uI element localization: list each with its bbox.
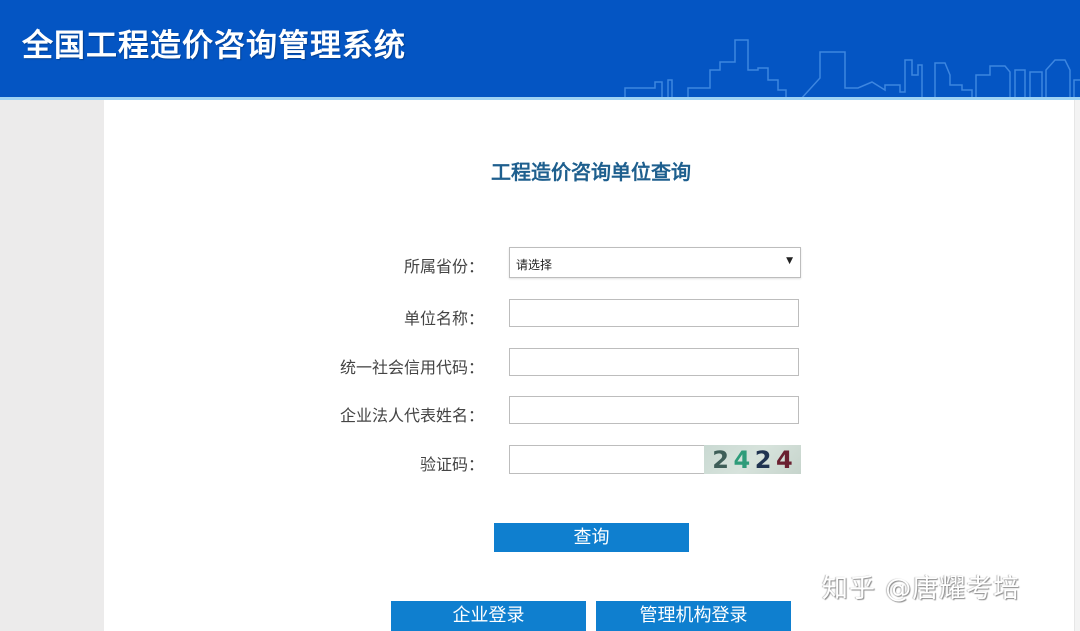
province-select-value: 请选择 [516,258,553,272]
captcha-digit: 2 [754,445,772,474]
left-gutter [0,100,104,631]
province-row: 所属省份： 请选择 ▼ [104,247,1074,279]
company-name-input[interactable] [509,299,799,327]
legal-rep-input[interactable] [509,396,799,424]
credit-code-input[interactable] [509,348,799,376]
credit-code-label: 统一社会信用代码： [339,358,484,377]
page-title: 工程造价咨询单位查询 [491,160,691,184]
credit-code-row: 统一社会信用代码： [104,348,1074,380]
company-name-label: 单位名称： [403,309,484,328]
captcha-digit: 4 [733,445,751,474]
legal-rep-row: 企业法人代表姓名： [104,396,1074,428]
site-title: 全国工程造价咨询管理系统 [22,28,406,64]
captcha-label: 验证码： [419,455,484,474]
captcha-input[interactable] [509,445,705,474]
company-name-row: 单位名称： [104,299,1074,331]
city-skyline-decoration [624,39,1080,97]
captcha-row: 验证码： 2 4 2 4 [104,445,1074,477]
query-button[interactable]: 查询 [494,523,689,552]
chevron-down-icon: ▼ [786,256,793,266]
captcha-image[interactable]: 2 4 2 4 [704,445,801,474]
legal-rep-label: 企业法人代表姓名： [339,406,484,425]
watermark-text: 知乎 @唐耀考培 [822,574,1021,604]
site-header: 全国工程造价咨询管理系统 [0,0,1080,100]
admin-login-button[interactable]: 管理机构登录 [596,601,791,631]
province-select[interactable]: 请选择 ▼ [509,247,801,278]
captcha-digit: 4 [776,445,793,474]
company-login-button[interactable]: 企业登录 [391,601,586,631]
province-label: 所属省份： [403,257,484,276]
captcha-digit: 2 [712,445,729,474]
query-panel: 工程造价咨询单位查询 所属省份： 请选择 ▼ 单位名称： 统一社会信用代码： 企… [104,100,1074,631]
